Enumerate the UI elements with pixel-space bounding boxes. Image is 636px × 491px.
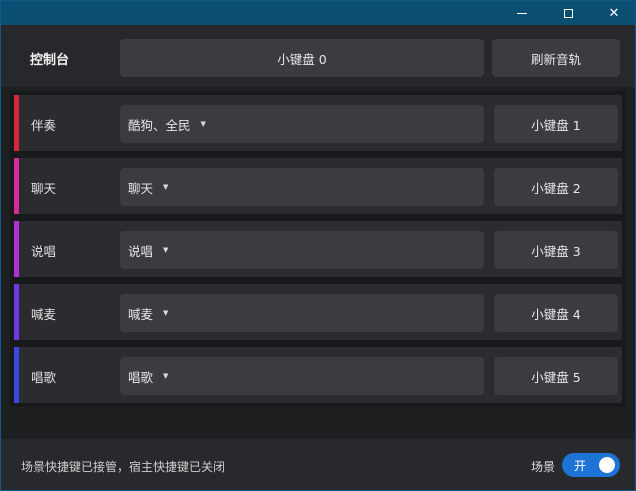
- track-name: 说唱: [31, 244, 57, 259]
- toggle-knob: [599, 457, 615, 473]
- track-color-bar: [14, 158, 19, 214]
- track-name: 喊麦: [31, 307, 57, 322]
- track-color-bar: [14, 284, 19, 340]
- track-name: 唱歌: [31, 370, 57, 385]
- caret-down-icon: ▼: [200, 120, 206, 128]
- track-row-mc: 喊麦 喊麦 ▼ 小键盘 4: [14, 284, 622, 340]
- select-value: 喊麦: [128, 306, 154, 322]
- caret-down-icon: ▼: [163, 246, 169, 254]
- caret-down-icon: ▼: [163, 372, 169, 380]
- select-value: 酷狗、全民: [128, 117, 191, 133]
- track-source-select[interactable]: 酷狗、全民 ▼: [120, 105, 484, 143]
- title-bar: ✕: [1, 1, 635, 25]
- minimize-button[interactable]: [499, 1, 545, 25]
- select-value: 唱歌: [128, 369, 154, 385]
- track-color-bar: [14, 95, 19, 151]
- track-color-bar: [14, 221, 19, 277]
- track-row-accompaniment: 伴奏 酷狗、全民 ▼ 小键盘 1: [14, 95, 622, 151]
- track-name: 聊天: [31, 181, 57, 196]
- maximize-icon: [563, 8, 573, 18]
- main-keyboard-button[interactable]: 小键盘 0: [120, 39, 484, 77]
- minimize-icon: [517, 12, 527, 14]
- keyboard-button[interactable]: 小键盘 3: [494, 231, 618, 269]
- track-row-chat: 聊天 聊天 ▼ 小键盘 2: [14, 158, 622, 214]
- status-text: 场景快捷键已接管，宿主快捷键已关闭: [21, 460, 226, 474]
- console-row: 控制台 小键盘 0 刷新音轨: [1, 25, 635, 87]
- track-source-select[interactable]: 说唱 ▼: [120, 231, 484, 269]
- console-label: 控制台: [30, 53, 70, 68]
- caret-down-icon: ▼: [163, 309, 169, 317]
- keyboard-button[interactable]: 小键盘 2: [494, 168, 618, 206]
- keyboard-button[interactable]: 小键盘 4: [494, 294, 618, 332]
- select-value: 聊天: [128, 180, 154, 196]
- app-window: ✕ 控制台 小键盘 0 刷新音轨 伴奏 酷狗、全民 ▼ 小键盘 1 聊天 聊天 …: [0, 0, 636, 491]
- close-button[interactable]: ✕: [591, 1, 636, 25]
- toggle-label: 开: [574, 459, 587, 473]
- track-source-select[interactable]: 喊麦 ▼: [120, 294, 484, 332]
- close-icon: ✕: [608, 5, 620, 21]
- track-list: 伴奏 酷狗、全民 ▼ 小键盘 1 聊天 聊天 ▼ 小键盘 2 说唱 说唱 ▼ 小…: [10, 91, 626, 407]
- select-value: 说唱: [128, 243, 154, 259]
- scene-label: 场景: [531, 460, 556, 474]
- keyboard-button[interactable]: 小键盘 5: [494, 357, 618, 395]
- keyboard-button[interactable]: 小键盘 1: [494, 105, 618, 143]
- track-row-singing: 唱歌 唱歌 ▼ 小键盘 5: [14, 347, 622, 403]
- scene-toggle[interactable]: 开: [562, 453, 620, 477]
- maximize-button[interactable]: [545, 1, 591, 25]
- refresh-tracks-button[interactable]: 刷新音轨: [492, 39, 620, 77]
- track-name: 伴奏: [31, 118, 57, 133]
- track-source-select[interactable]: 聊天 ▼: [120, 168, 484, 206]
- track-source-select[interactable]: 唱歌 ▼: [120, 357, 484, 395]
- track-color-bar: [14, 347, 19, 403]
- track-row-rap: 说唱 说唱 ▼ 小键盘 3: [14, 221, 622, 277]
- caret-down-icon: ▼: [163, 183, 169, 191]
- status-bar: 场景快捷键已接管，宿主快捷键已关闭 场景 开: [1, 439, 635, 490]
